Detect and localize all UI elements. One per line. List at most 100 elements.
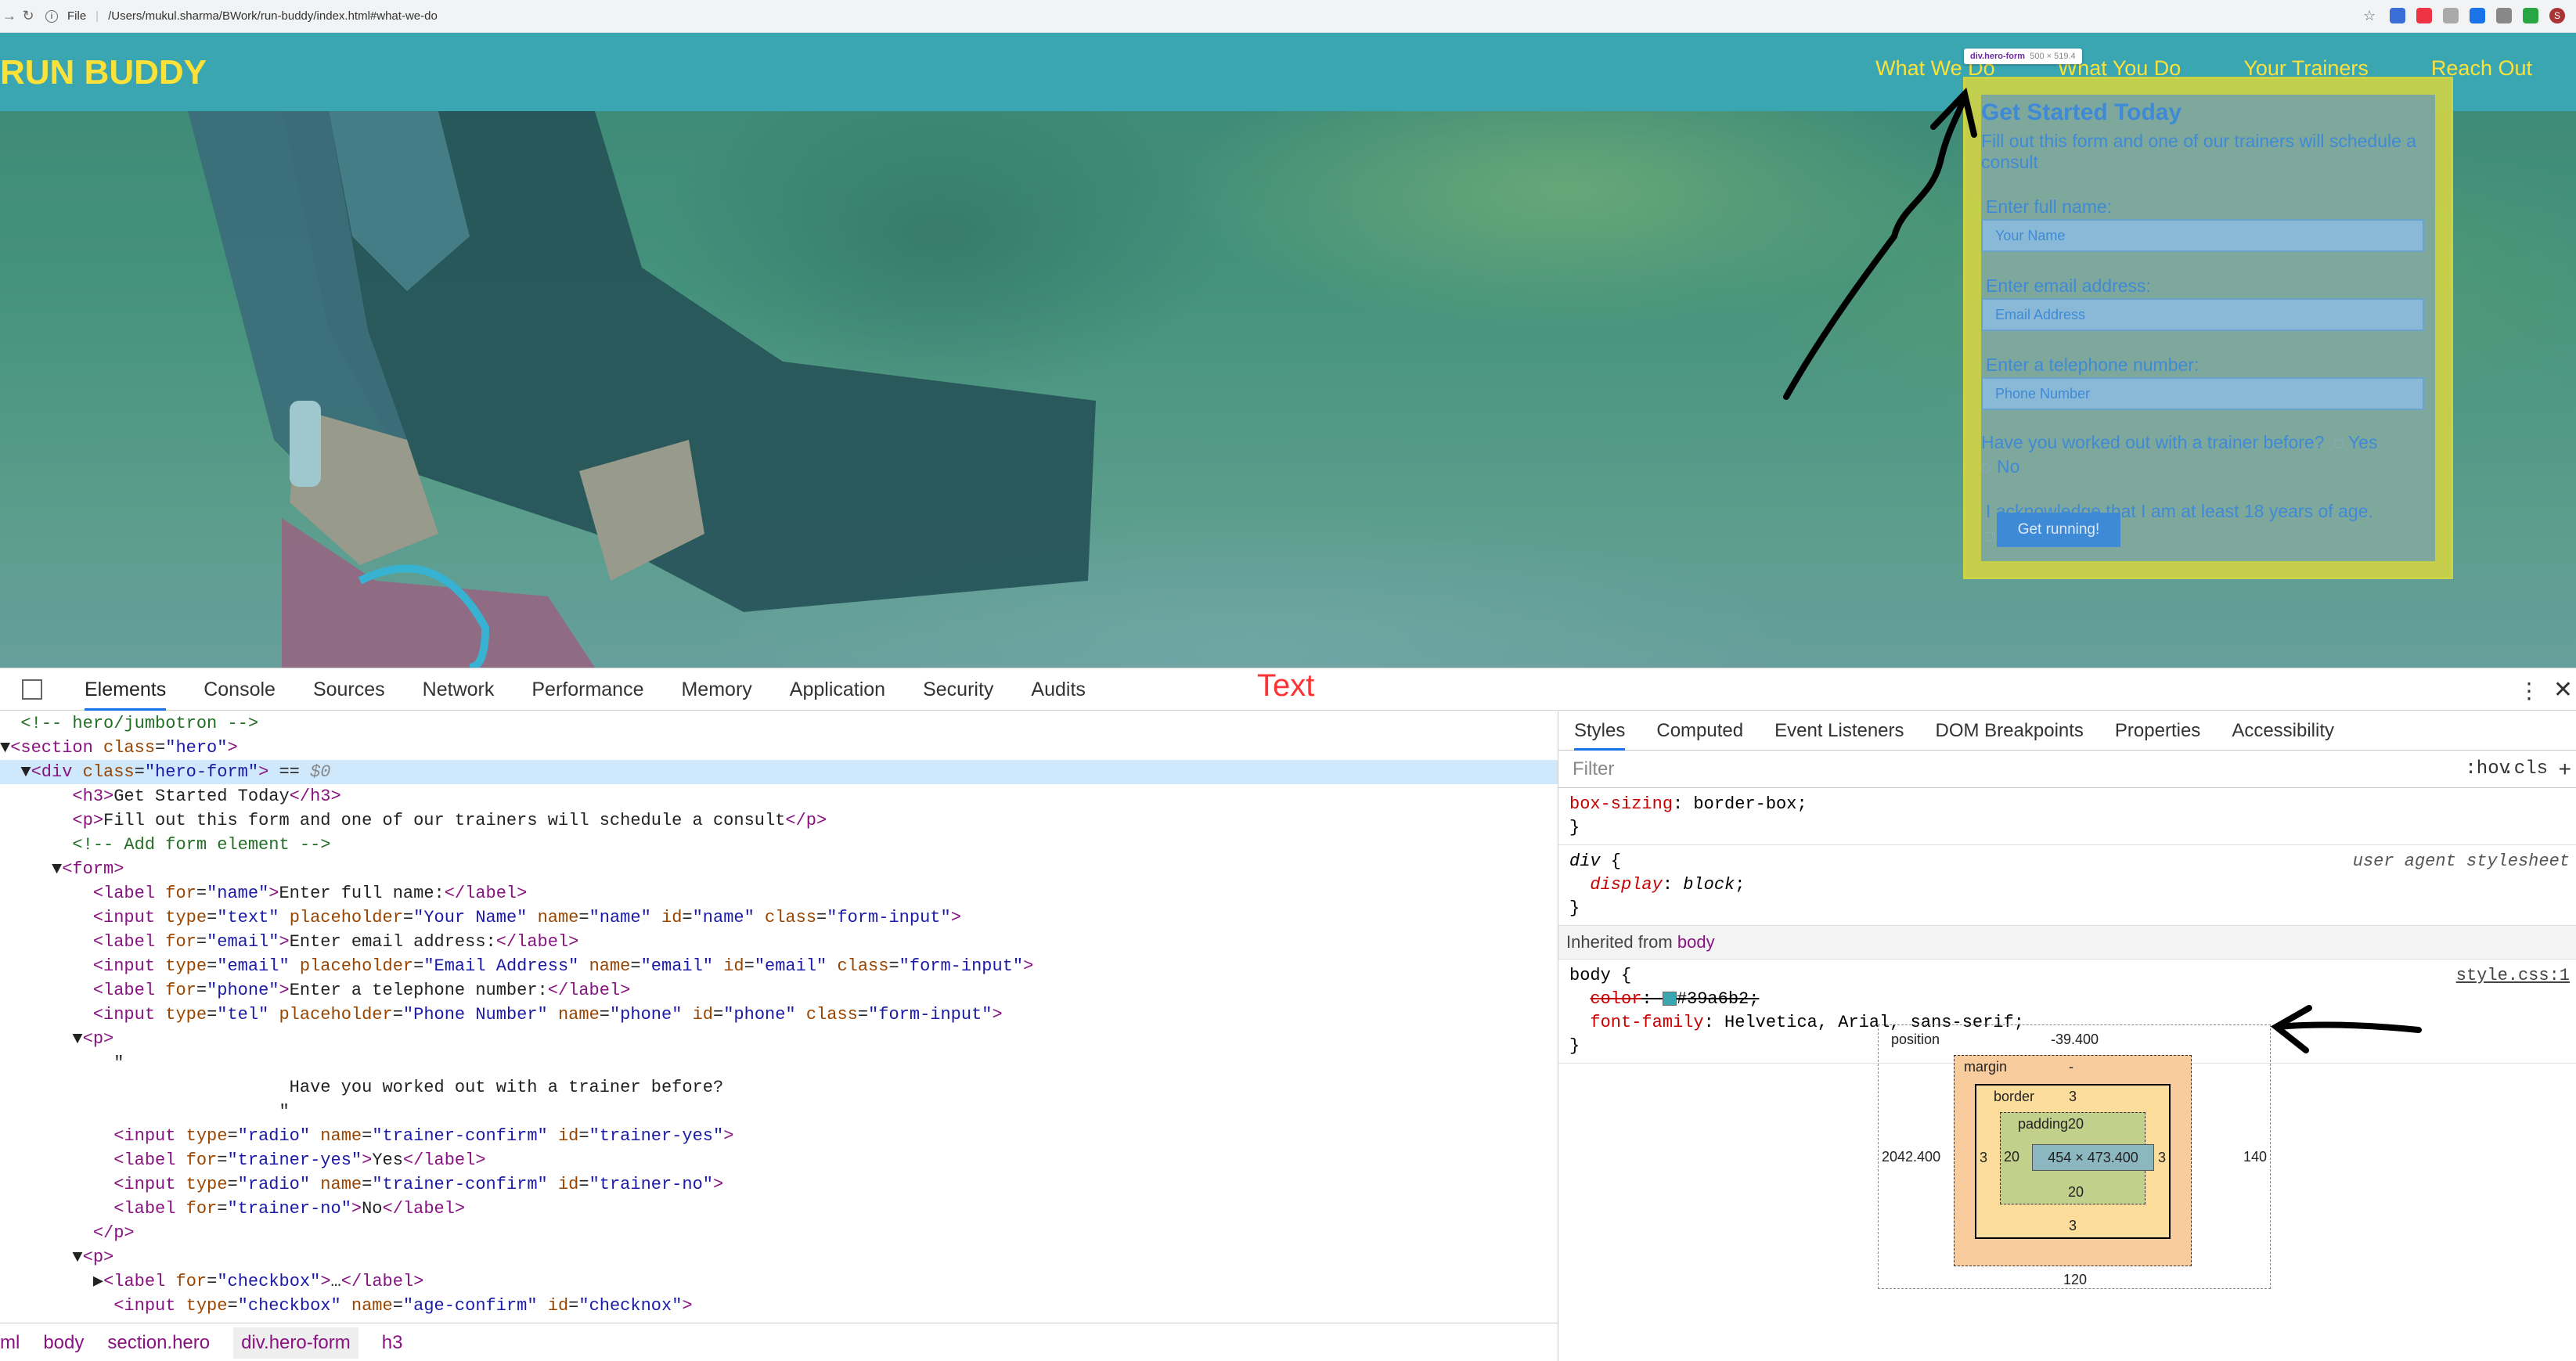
dom-node[interactable]: <!-- Add form element --> bbox=[0, 833, 1558, 857]
url-text[interactable]: /Users/mukul.sharma/BWork/run-buddy/inde… bbox=[108, 9, 438, 23]
style-source-link[interactable]: style.css:1 bbox=[2456, 964, 2570, 988]
dom-node[interactable]: <label for="trainer-no">No</label> bbox=[0, 1197, 1558, 1221]
dom-node[interactable]: Have you worked out with a trainer befor… bbox=[0, 1075, 1558, 1100]
file-label: File bbox=[67, 9, 87, 23]
dom-node[interactable]: <input type="radio" name="trainer-confir… bbox=[0, 1124, 1558, 1148]
forward-icon[interactable]: → bbox=[0, 8, 19, 24]
box-border: border 3 3 3 3 padding 20 20 20 20 454 ×… bbox=[1975, 1084, 2171, 1239]
dom-tree[interactable]: <!-- hero/jumbotron --> ▼<section class=… bbox=[0, 711, 1558, 1318]
tab-memory[interactable]: Memory bbox=[662, 668, 770, 711]
filter-input[interactable]: Filter bbox=[1573, 758, 1614, 780]
email-input[interactable] bbox=[1981, 298, 2424, 331]
tab-console[interactable]: Console bbox=[185, 668, 294, 711]
tab-dom-breakpoints[interactable]: DOM Breakpoints bbox=[1920, 711, 2099, 751]
tab-security[interactable]: Security bbox=[904, 668, 1012, 711]
dom-node[interactable]: " bbox=[0, 1100, 1558, 1124]
dom-node[interactable]: <p>Fill out this form and one of our tra… bbox=[0, 808, 1558, 833]
star-icon[interactable]: ☆ bbox=[2363, 8, 2379, 23]
tab-styles[interactable]: Styles bbox=[1558, 711, 1641, 751]
site-logo[interactable]: RUN BUDDY bbox=[0, 53, 207, 92]
dom-node[interactable]: <label for="email">Enter email address:<… bbox=[0, 930, 1558, 954]
avatar[interactable]: S bbox=[2549, 8, 2565, 23]
box-padding: padding 20 20 20 20 454 × 473.400 bbox=[2000, 1112, 2154, 1204]
form-title: Get Started Today bbox=[1981, 99, 2182, 125]
info-icon[interactable]: i bbox=[45, 9, 58, 23]
style-rule: box-sizing: border-box;} bbox=[1558, 788, 2576, 845]
breadcrumb: ml body section.hero div.hero-form h3 bbox=[0, 1323, 1558, 1361]
dom-node[interactable]: <input type="tel" placeholder="Phone Num… bbox=[0, 1003, 1558, 1027]
dom-node[interactable]: <input type="radio" name="trainer-confir… bbox=[0, 1172, 1558, 1197]
inspect-tooltip: div.hero-form 500 × 519.4 bbox=[1964, 49, 2082, 64]
box-content: 454 × 473.400 bbox=[2032, 1144, 2154, 1171]
tab-application[interactable]: Application bbox=[771, 668, 904, 711]
address-bar[interactable]: i File | /Users/mukul.sharma/BWork/run-b… bbox=[45, 9, 438, 23]
color-swatch[interactable] bbox=[1662, 992, 1677, 1006]
tab-accessibility[interactable]: Accessibility bbox=[2216, 711, 2350, 751]
tab-event-listeners[interactable]: Event Listeners bbox=[1759, 711, 1919, 751]
dom-node[interactable]: <h3>Get Started Today</h3> bbox=[0, 784, 1558, 808]
annotation-arrow bbox=[1783, 87, 1977, 400]
dom-node[interactable]: ▶<label for="checkbox">…</label> bbox=[0, 1269, 1558, 1294]
annotation-arrow bbox=[2270, 1005, 2422, 1053]
dom-node[interactable]: ▼<p> bbox=[0, 1027, 1558, 1051]
dom-node-selected[interactable]: ▼<div class="hero-form"> == $0 bbox=[0, 760, 1558, 784]
breadcrumb-item[interactable]: body bbox=[43, 1332, 84, 1354]
dom-node[interactable]: ▼<form> bbox=[0, 857, 1558, 881]
dom-node[interactable]: <label for="name">Enter full name:</labe… bbox=[0, 881, 1558, 906]
name-input[interactable] bbox=[1981, 219, 2424, 252]
styles-sidebar: Styles Computed Event Listeners DOM Brea… bbox=[1558, 711, 2576, 1361]
dom-node[interactable]: <input type="text" placeholder="Your Nam… bbox=[0, 906, 1558, 930]
dom-node[interactable]: <!-- hero/jumbotron --> bbox=[0, 711, 1558, 736]
breadcrumb-item[interactable]: h3 bbox=[382, 1332, 403, 1354]
close-icon[interactable]: ✕ bbox=[2553, 676, 2573, 704]
name-label: Enter full name: bbox=[1986, 196, 2113, 217]
breadcrumb-item[interactable]: section.hero bbox=[107, 1332, 210, 1354]
dom-node[interactable]: <label for="phone">Enter a telephone num… bbox=[0, 978, 1558, 1003]
device-toggle-icon[interactable] bbox=[22, 679, 42, 700]
extension-icon[interactable] bbox=[2390, 8, 2405, 23]
tab-computed[interactable]: Computed bbox=[1641, 711, 1759, 751]
extension-icon[interactable] bbox=[2470, 8, 2485, 23]
breadcrumb-item[interactable]: ml bbox=[0, 1332, 20, 1354]
extension-icon[interactable] bbox=[2496, 8, 2512, 23]
dom-node[interactable]: <input type="checkbox" name="age-confirm… bbox=[0, 1294, 1558, 1318]
extension-icon[interactable] bbox=[2523, 8, 2538, 23]
web-page: RUN BUDDY What We Do What You Do Your Tr… bbox=[0, 33, 2576, 668]
extension-icon[interactable] bbox=[2443, 8, 2459, 23]
form-subtitle: Fill out this form and one of our traine… bbox=[1981, 131, 2417, 172]
dom-node[interactable]: ▼<section class="hero"> bbox=[0, 736, 1558, 760]
dom-node[interactable]: " bbox=[0, 1051, 1558, 1075]
trainer-no-label: No bbox=[1997, 456, 2020, 477]
dom-node[interactable]: ▼<p> bbox=[0, 1245, 1558, 1269]
devtools-panel: Elements Console Sources Network Perform… bbox=[0, 668, 2576, 1361]
hero-form-content: Get Started Today Fill out this form and… bbox=[1981, 95, 2435, 561]
tab-elements[interactable]: Elements bbox=[66, 668, 185, 711]
reload-icon[interactable]: ↻ bbox=[19, 8, 38, 24]
ua-source: user agent stylesheet bbox=[2352, 852, 2570, 871]
annotation-text: Text bbox=[1257, 668, 1315, 703]
submit-button[interactable]: Get running! bbox=[1997, 513, 2120, 547]
styles-filter[interactable]: Filter :hov .cls + bbox=[1558, 751, 2576, 788]
age-checkbox[interactable] bbox=[1986, 532, 1995, 542]
cls-toggle[interactable]: .cls bbox=[2502, 758, 2548, 780]
extension-icon[interactable] bbox=[2416, 8, 2432, 23]
phone-input[interactable] bbox=[1981, 377, 2424, 410]
tab-network[interactable]: Network bbox=[404, 668, 513, 711]
tab-sources[interactable]: Sources bbox=[294, 668, 404, 711]
breadcrumb-item-active[interactable]: div.hero-form bbox=[233, 1327, 358, 1359]
phone-label: Enter a telephone number: bbox=[1986, 355, 2200, 375]
dom-node[interactable]: </p> bbox=[0, 1221, 1558, 1245]
inherited-header: Inherited from body bbox=[1558, 926, 2576, 960]
trainer-yes-radio[interactable] bbox=[2333, 439, 2344, 448]
more-options-icon[interactable]: ⋮ bbox=[2518, 678, 2540, 704]
tab-performance[interactable]: Performance bbox=[513, 668, 662, 711]
add-rule-icon[interactable]: + bbox=[2559, 757, 2571, 782]
style-rule: div {user agent stylesheet display: bloc… bbox=[1558, 845, 2576, 926]
tab-audits[interactable]: Audits bbox=[1012, 668, 1104, 711]
trainer-question: Have you worked out with a trainer befor… bbox=[1981, 432, 2378, 477]
box-margin: margin - border 3 3 3 3 padding 20 20 20… bbox=[1954, 1055, 2192, 1266]
tab-properties[interactable]: Properties bbox=[2099, 711, 2216, 751]
dom-node[interactable]: <input type="email" placeholder="Email A… bbox=[0, 954, 1558, 978]
dom-node[interactable]: <label for="trainer-yes">Yes</label> bbox=[0, 1148, 1558, 1172]
trainer-no-radio[interactable] bbox=[1981, 463, 1991, 473]
